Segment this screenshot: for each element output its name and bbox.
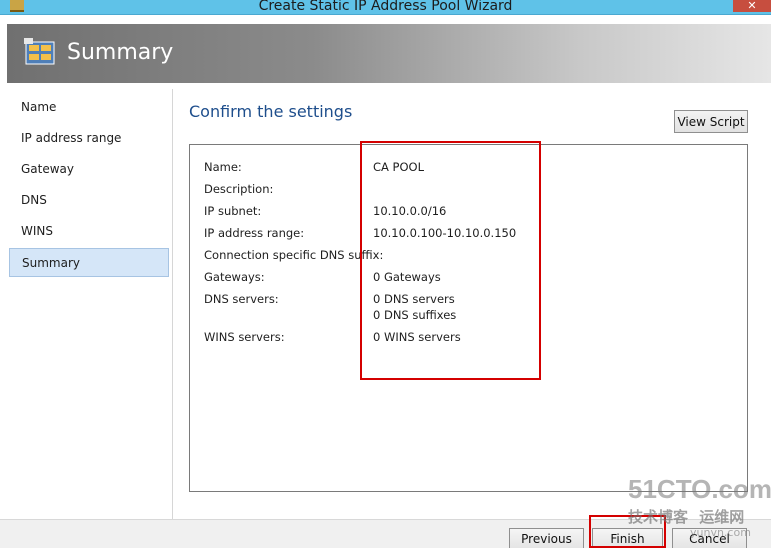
nav-item-ip-address-range[interactable]: IP address range xyxy=(9,124,169,153)
previous-button[interactable]: Previous xyxy=(509,528,584,548)
watermark-text: 技术博客 运维网 xyxy=(628,506,744,527)
setting-label-description: Description: xyxy=(204,182,274,196)
setting-label-wins-servers: WINS servers: xyxy=(204,330,285,344)
view-script-button[interactable]: View Script xyxy=(674,110,748,133)
settings-highlight-box xyxy=(360,141,541,380)
nav-item-gateway[interactable]: Gateway xyxy=(9,155,169,184)
watermark-ops: 运维网 xyxy=(699,508,745,526)
page-title: Confirm the settings xyxy=(189,102,353,121)
nav-item-name[interactable]: Name xyxy=(9,93,169,122)
setting-label-ip-range: IP address range: xyxy=(204,226,305,240)
setting-label-dns-servers: DNS servers: xyxy=(204,292,279,306)
setting-label-name: Name: xyxy=(204,160,242,174)
wizard-window: Create Static IP Address Pool Wizard ✕ S… xyxy=(0,0,771,548)
close-button[interactable]: ✕ xyxy=(733,0,771,12)
watermark-url: yunvn.com xyxy=(690,526,751,539)
setting-label-gateways: Gateways: xyxy=(204,270,265,284)
watermark-logo: 51CTO.com xyxy=(628,474,771,504)
window-title: Create Static IP Address Pool Wizard xyxy=(258,0,513,14)
header-banner: Summary xyxy=(7,24,771,83)
nav-item-dns[interactable]: DNS xyxy=(9,186,169,215)
nav-item-wins[interactable]: WINS xyxy=(9,217,169,246)
setting-label-dns-suffix: Connection specific DNS suffix: xyxy=(204,248,384,262)
setting-label-ip-subnet: IP subnet: xyxy=(204,204,262,218)
wizard-nav: Name IP address range Gateway DNS WINS S… xyxy=(7,89,173,519)
watermark-blog: 技术博客 xyxy=(628,508,689,526)
title-bar: Create Static IP Address Pool Wizard ✕ xyxy=(0,0,771,15)
nav-item-summary[interactable]: Summary xyxy=(9,248,169,277)
wizard-network-icon xyxy=(24,38,55,65)
header-title: Summary xyxy=(67,40,174,65)
